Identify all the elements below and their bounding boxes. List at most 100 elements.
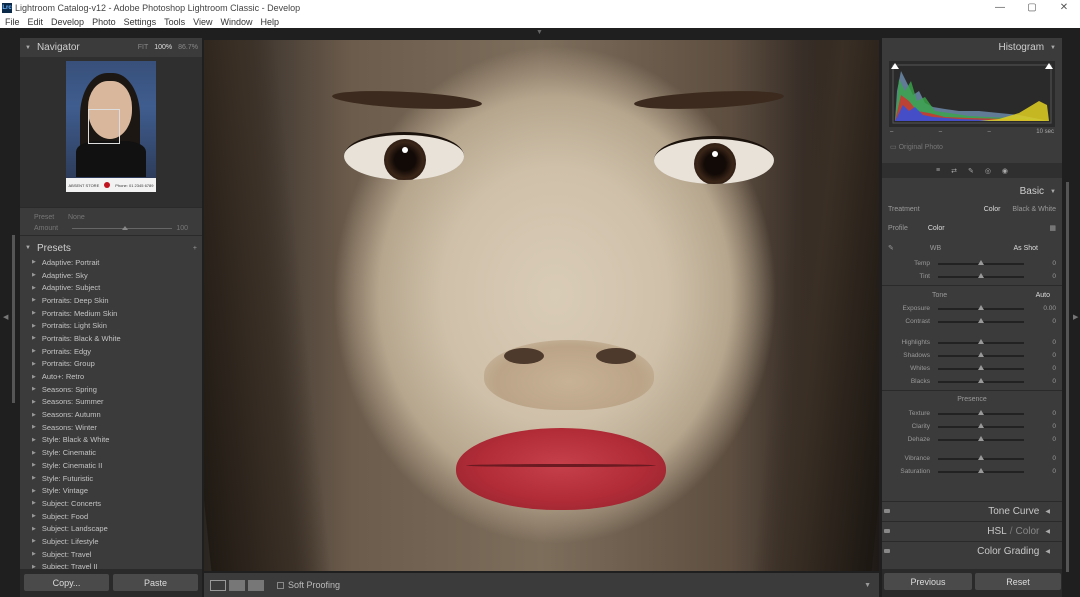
expand-triangle-icon[interactable]: ▶ <box>32 475 36 481</box>
preset-item[interactable]: ▶ Subject: Travel <box>20 548 202 561</box>
preset-item[interactable]: ▶ Seasons: Spring <box>20 383 202 396</box>
preset-item[interactable]: ▶ Style: Cinematic II <box>20 459 202 472</box>
expand-triangle-icon[interactable]: ▶ <box>32 551 36 557</box>
expand-triangle-icon[interactable]: ▶ <box>32 450 36 456</box>
add-preset-icon[interactable]: + <box>193 245 197 252</box>
photo-canvas[interactable] <box>204 40 879 571</box>
treatment-bw[interactable]: Black & White <box>1012 206 1056 213</box>
slider-knob[interactable] <box>978 467 984 473</box>
slider-knob[interactable] <box>978 435 984 441</box>
slider-track[interactable] <box>938 351 1024 357</box>
navigator-preview[interactable]: ABSENT STORE Phone: 01 2345 6789 <box>20 57 202 207</box>
expand-triangle-icon[interactable]: ▶ <box>32 259 36 265</box>
slider-track[interactable] <box>938 338 1024 344</box>
edit-sliders-icon[interactable]: ≡ <box>936 167 940 174</box>
menu-settings[interactable]: Settings <box>124 17 157 27</box>
basic-header[interactable]: Basic ▼ <box>882 182 1062 201</box>
preset-item[interactable]: ▶ Seasons: Summer <box>20 396 202 409</box>
slider-track[interactable] <box>938 409 1024 415</box>
slider-saturation[interactable]: Saturation 0 <box>882 465 1062 478</box>
preset-item[interactable]: ▶ Portraits: Edgy <box>20 345 202 358</box>
left-panel-toggle-icon[interactable]: ◀ <box>3 313 8 321</box>
preset-item[interactable]: ▶ Adaptive: Portrait <box>20 256 202 269</box>
navigator-header[interactable]: ▼ Navigator FIT 100% 86.7% <box>20 38 202 57</box>
slider-whites[interactable]: Whites 0 <box>882 362 1062 375</box>
wb-eyedropper-icon[interactable]: ✎ <box>888 244 894 252</box>
expand-triangle-icon[interactable]: ▶ <box>32 424 36 430</box>
slider-knob[interactable] <box>978 338 984 344</box>
right-scrollbar[interactable] <box>1066 182 1069 572</box>
presets-header[interactable]: ▼ Presets + <box>20 240 202 256</box>
slider-knob[interactable] <box>978 259 984 265</box>
original-photo-row[interactable]: ▭ Original Photo <box>882 135 1062 151</box>
split-view-icon[interactable] <box>248 579 264 591</box>
paste-button[interactable]: Paste <box>113 574 198 591</box>
slider-knob[interactable] <box>978 422 984 428</box>
soft-proofing-checkbox[interactable] <box>277 581 284 589</box>
expand-triangle-icon[interactable]: ▶ <box>32 488 36 494</box>
slider-value[interactable]: 0 <box>1052 352 1056 359</box>
slider-track[interactable] <box>938 364 1024 370</box>
slider-track[interactable] <box>938 259 1024 265</box>
healing-icon[interactable]: ✎ <box>968 167 974 175</box>
slider-clarity[interactable]: Clarity 0 <box>882 420 1062 433</box>
slider-exposure[interactable]: Exposure 0.00 <box>882 302 1062 315</box>
right-panel-toggle-icon[interactable]: ▶ <box>1073 313 1078 321</box>
toolbar-menu-icon[interactable]: ▼ <box>864 582 871 589</box>
expand-triangle-icon[interactable]: ▶ <box>32 412 36 418</box>
zoom-fit[interactable]: FIT <box>138 44 149 51</box>
preset-item[interactable]: ▶ Portraits: Medium Skin <box>20 307 202 320</box>
preset-item[interactable]: ▶ Subject: Food <box>20 510 202 523</box>
slider-track[interactable] <box>938 304 1024 310</box>
amount-slider[interactable] <box>72 226 172 230</box>
hsl-color-title[interactable]: Color <box>1015 526 1039 537</box>
collapse-triangle-icon[interactable]: ▼ <box>25 245 31 251</box>
preset-item[interactable]: ▶ Seasons: Winter <box>20 421 202 434</box>
slider-value[interactable]: 0 <box>1052 410 1056 417</box>
color-grading-panel-header[interactable]: Color Grading ◀ <box>882 541 1062 560</box>
zoom-custom[interactable]: 86.7% <box>178 44 198 51</box>
previous-button[interactable]: Previous <box>884 573 972 590</box>
collapse-triangle-icon[interactable]: ▼ <box>1050 45 1056 51</box>
zoom-100[interactable]: 100% <box>154 44 172 51</box>
reset-button[interactable]: Reset <box>975 573 1061 590</box>
preset-item[interactable]: ▶ Portraits: Deep Skin <box>20 294 202 307</box>
preset-item[interactable]: ▶ Portraits: Black & White <box>20 332 202 345</box>
panel-switch-icon[interactable] <box>884 509 890 513</box>
slider-value[interactable]: 0 <box>1052 423 1056 430</box>
slider-track[interactable] <box>938 454 1024 460</box>
slider-knob[interactable] <box>978 351 984 357</box>
slider-value[interactable]: 0 <box>1052 339 1056 346</box>
tone-curve-panel-header[interactable]: Tone Curve ◀ <box>882 501 1062 520</box>
amount-slider-knob[interactable] <box>122 226 128 230</box>
slider-value[interactable]: 0 <box>1052 378 1056 385</box>
preset-item[interactable]: ▶ Portraits: Light Skin <box>20 319 202 332</box>
slider-temp[interactable]: Temp 0 <box>882 257 1062 270</box>
slider-value[interactable]: 0.00 <box>1043 305 1056 312</box>
expand-triangle-icon[interactable]: ◀ <box>1045 508 1050 515</box>
slider-value[interactable]: 0 <box>1052 436 1056 443</box>
preset-item[interactable]: ▶ Style: Futuristic <box>20 472 202 485</box>
expand-triangle-icon[interactable]: ▶ <box>32 323 36 329</box>
slider-track[interactable] <box>938 467 1024 473</box>
slider-track[interactable] <box>938 317 1024 323</box>
slider-knob[interactable] <box>978 364 984 370</box>
preset-item[interactable]: ▶ Adaptive: Sky <box>20 269 202 282</box>
slider-knob[interactable] <box>978 304 984 310</box>
menu-window[interactable]: Window <box>221 17 253 27</box>
expand-triangle-icon[interactable]: ▶ <box>32 437 36 443</box>
slider-knob[interactable] <box>978 409 984 415</box>
menu-edit[interactable]: Edit <box>28 17 44 27</box>
expand-triangle-icon[interactable]: ▶ <box>32 399 36 405</box>
close-icon[interactable]: ✕ <box>1048 0 1080 15</box>
top-panel-toggle-icon[interactable]: ▼ <box>536 29 543 36</box>
histogram-graph[interactable] <box>889 61 1055 127</box>
minimize-icon[interactable]: — <box>984 0 1016 15</box>
slider-dehaze[interactable]: Dehaze 0 <box>882 433 1062 446</box>
expand-triangle-icon[interactable]: ◀ <box>1045 528 1050 535</box>
preset-item[interactable]: ▶ Seasons: Autumn <box>20 408 202 421</box>
slider-value[interactable]: 0 <box>1052 365 1056 372</box>
navigator-view-rect[interactable] <box>88 109 120 144</box>
slider-track[interactable] <box>938 377 1024 383</box>
slider-texture[interactable]: Texture 0 <box>882 407 1062 420</box>
